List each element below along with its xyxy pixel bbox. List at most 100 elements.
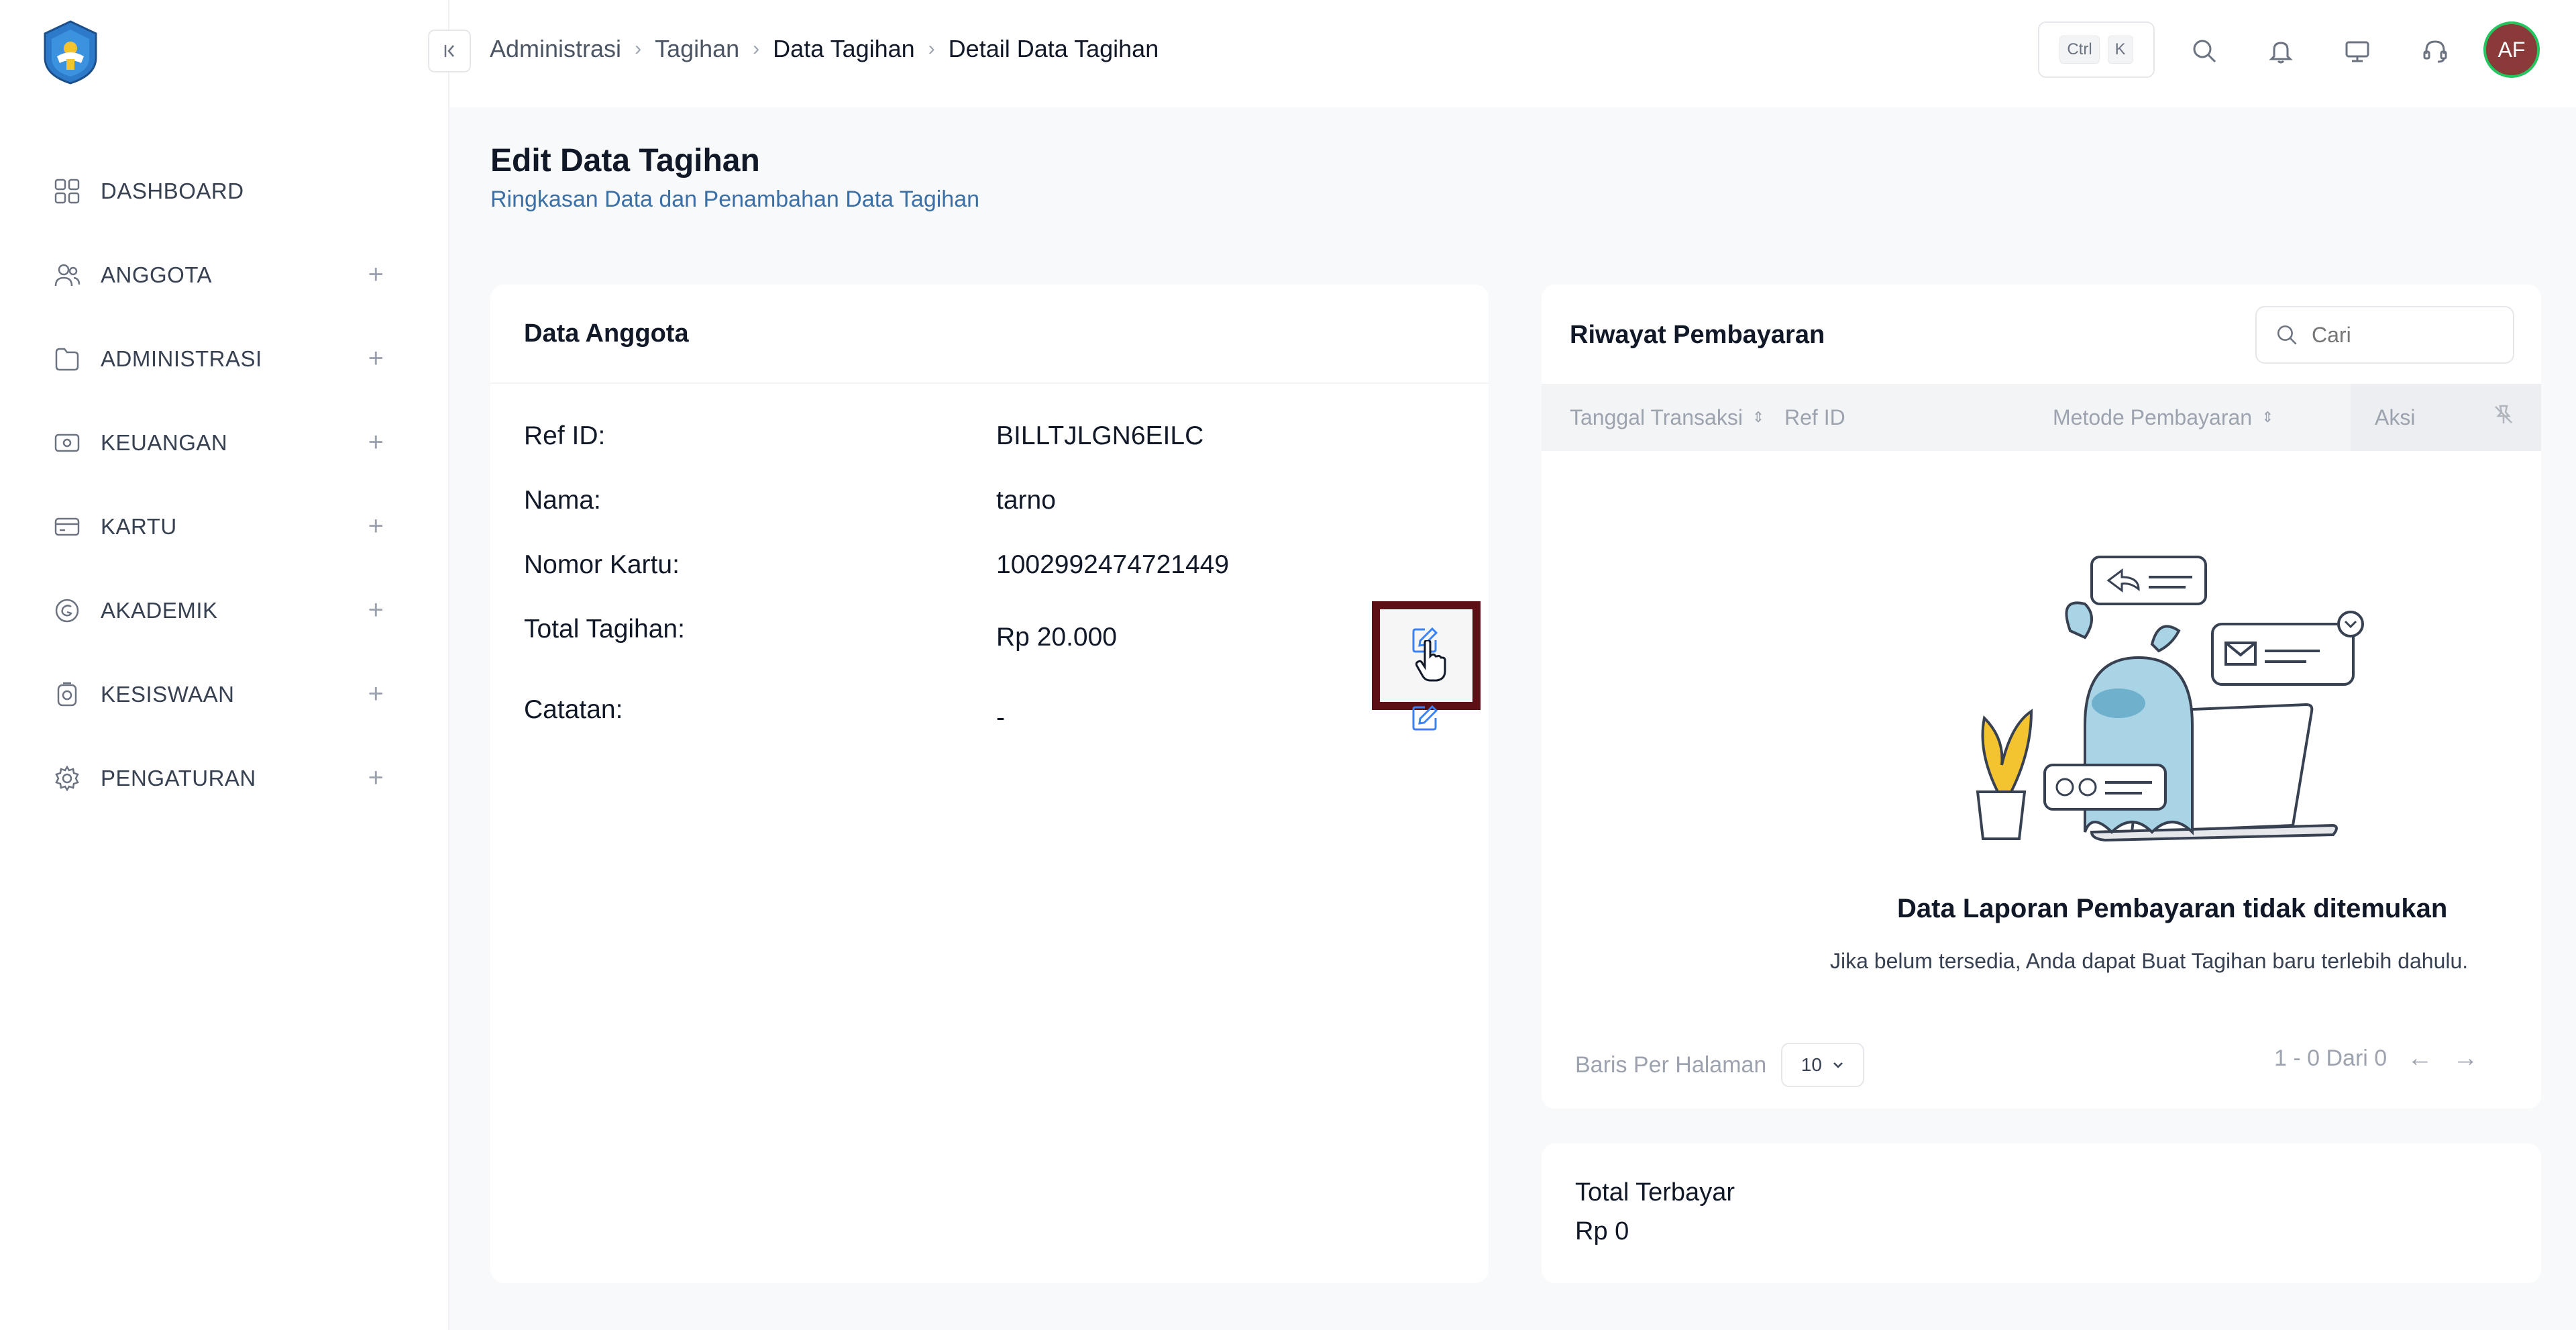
top-header: Administrasi › Tagihan › Data Tagihan › … (428, 0, 2576, 107)
rows-per-page-label: Baris Per Halaman (1575, 1052, 1767, 1078)
column-ref-id[interactable]: Ref ID (1784, 384, 1845, 451)
user-avatar[interactable]: AF (2483, 21, 2540, 78)
column-label: Metode Pembayaran (2053, 405, 2253, 429)
rows-per-page: Baris Per Halaman 10 (1575, 1043, 1865, 1087)
table-header: Tanggal Transaksi ⇕ Ref ID Metode Pembay… (1542, 384, 2541, 451)
grid-icon (52, 176, 82, 206)
sort-icon: ⇕ (1752, 409, 1765, 425)
breadcrumb-detail-data-tagihan: Detail Data Tagihan (948, 35, 1159, 62)
edit-icon (1412, 705, 1438, 731)
empty-state-illustration (1976, 556, 2364, 842)
sidebar-item-label: DASHBOARD (101, 178, 244, 203)
expand-plus-icon[interactable]: + (368, 344, 384, 374)
search-field[interactable] (2255, 306, 2514, 364)
pagination: 1 - 0 Dari 0 ← → (2274, 1044, 2478, 1073)
field-value: tarno (996, 486, 1056, 515)
total-paid-value: Rp 0 (1575, 1217, 1629, 1245)
sidebar-item-label: KEUANGAN (101, 429, 228, 455)
expand-plus-icon[interactable]: + (368, 260, 384, 290)
support-headset-icon[interactable] (2418, 34, 2453, 68)
expand-plus-icon[interactable]: + (368, 511, 384, 542)
collapse-sidebar-button[interactable] (428, 30, 471, 72)
collapse-icon (444, 45, 454, 57)
card-title: Riwayat Pembayaran (1570, 321, 1825, 349)
tut-wuri-handayani-logo[interactable] (37, 19, 104, 86)
field-value: Rp 20.000 (996, 623, 1117, 652)
kbd-ctrl: Ctrl (2059, 36, 2100, 64)
card-title: Data Anggota (490, 285, 1489, 384)
command-palette-shortcut[interactable]: Ctrl K (2038, 21, 2155, 78)
sidebar-item-pengaturan[interactable]: PENGATURAN + (0, 736, 449, 820)
folder-icon (52, 344, 82, 374)
expand-plus-icon[interactable]: + (368, 679, 384, 709)
monitor-icon[interactable] (2340, 34, 2375, 68)
field-label: Nomor Kartu: (524, 550, 680, 579)
rows-per-page-value: 10 (1801, 1054, 1822, 1075)
column-label: Aksi (2375, 405, 2416, 429)
card-icon (52, 512, 82, 542)
sidebar-item-kartu[interactable]: KARTU + (0, 484, 449, 568)
expand-plus-icon[interactable]: + (368, 763, 384, 793)
sidebar-item-kesiswaan[interactable]: KESISWAAN + (0, 652, 449, 736)
prev-page-button[interactable]: ← (2407, 1044, 2432, 1073)
breadcrumb: Administrasi › Tagihan › Data Tagihan › … (490, 35, 1159, 63)
sidebar-item-keuangan[interactable]: KEUANGAN + (0, 401, 449, 484)
payment-history-card: Riwayat Pembayaran Tanggal Transaksi ⇕ R… (1542, 285, 2541, 1109)
hand-cursor-icon (1415, 639, 1448, 682)
bell-icon[interactable] (2263, 34, 2298, 68)
chevron-right-icon: › (635, 38, 642, 60)
field-label: Ref ID: (524, 421, 606, 450)
empty-state-title: Data Laporan Pembayaran tidak ditemukan (1897, 894, 2448, 923)
sidebar-item-anggota[interactable]: ANGGOTA + (0, 233, 449, 317)
sidebar-item-akademik[interactable]: AKADEMIK + (0, 568, 449, 652)
total-paid-card: Total Terbayar Rp 0 (1542, 1143, 2541, 1283)
page-title: Edit Data Tagihan (490, 143, 760, 178)
rows-per-page-select[interactable]: 10 (1781, 1043, 1865, 1087)
sort-icon: ⇕ (2261, 409, 2274, 425)
field-value: 1002992474721449 (996, 550, 1230, 579)
gear-icon (52, 764, 82, 793)
academic-icon (52, 596, 82, 625)
chevron-right-icon: › (753, 38, 760, 60)
page-subtitle: Ringkasan Data dan Penambahan Data Tagih… (490, 187, 980, 212)
breadcrumb-data-tagihan[interactable]: Data Tagihan (773, 35, 915, 63)
chevron-down-icon (1833, 1062, 1843, 1068)
column-aksi: Aksi (2351, 384, 2541, 451)
breadcrumb-administrasi[interactable]: Administrasi (490, 35, 621, 63)
edit-catatan-button[interactable] (1410, 703, 1440, 733)
field-label: Total Tagihan: (524, 615, 685, 644)
sidebar-item-label: ADMINISTRASI (101, 346, 262, 371)
sidebar-item-label: KESISWAAN (101, 681, 235, 707)
total-paid-label: Total Terbayar (1575, 1178, 1735, 1207)
users-icon (52, 260, 82, 290)
search-input[interactable] (2312, 322, 2513, 348)
field-value: - (996, 703, 1005, 732)
search-icon (2277, 325, 2297, 345)
sidebar: DASHBOARD ANGGOTA + ADMINISTRASI + KEUAN… (0, 0, 449, 1330)
sidebar-item-dashboard[interactable]: DASHBOARD (0, 149, 449, 233)
chevron-right-icon: › (928, 38, 935, 60)
column-metode-pembayaran[interactable]: Metode Pembayaran ⇕ (2053, 384, 2274, 451)
money-icon (52, 428, 82, 458)
sidebar-item-label: AKADEMIK (101, 597, 218, 623)
sidebar-nav: DASHBOARD ANGGOTA + ADMINISTRASI + KEUAN… (0, 149, 449, 820)
unpin-icon[interactable] (2493, 404, 2514, 431)
sidebar-item-administrasi[interactable]: ADMINISTRASI + (0, 317, 449, 401)
column-label: Tanggal Transaksi (1570, 405, 1743, 429)
empty-state-subtitle: Jika belum tersedia, Anda dapat Buat Tag… (1830, 949, 2469, 973)
expand-plus-icon[interactable]: + (368, 427, 384, 458)
breadcrumb-tagihan[interactable]: Tagihan (655, 35, 739, 63)
student-icon (52, 680, 82, 709)
field-label: Nama: (524, 486, 601, 515)
column-tanggal-transaksi[interactable]: Tanggal Transaksi ⇕ (1570, 384, 1764, 451)
next-page-button[interactable]: → (2453, 1044, 2478, 1073)
field-value: BILLTJLGN6EILC (996, 421, 1204, 450)
sidebar-item-label: ANGGOTA (101, 262, 213, 287)
sidebar-item-label: PENGATURAN (101, 765, 256, 790)
sidebar-item-label: KARTU (101, 513, 177, 539)
expand-plus-icon[interactable]: + (368, 595, 384, 625)
pagination-text: 1 - 0 Dari 0 (2274, 1045, 2387, 1071)
search-icon[interactable] (2187, 34, 2222, 68)
kbd-k: K (2107, 36, 2133, 64)
column-label: Ref ID (1784, 405, 1845, 429)
